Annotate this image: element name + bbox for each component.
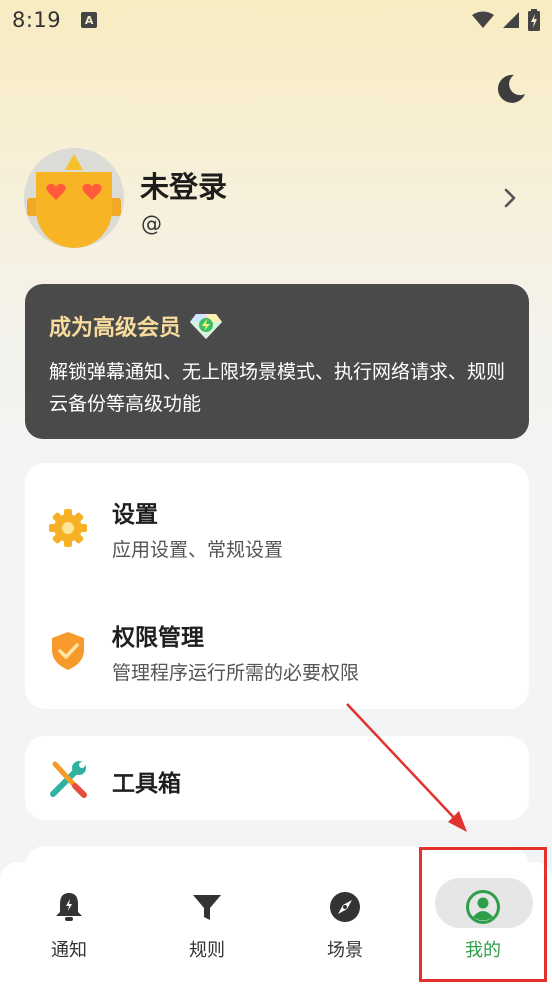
avatar [24, 148, 124, 248]
toolbox-title: 工具箱 [112, 771, 181, 797]
gear-icon [49, 509, 87, 547]
diamond-icon [190, 314, 223, 339]
settings-title: 设置 [112, 502, 158, 528]
filter-icon [193, 895, 221, 920]
header-background [0, 0, 552, 520]
nav-label-scenes: 场景 [327, 940, 363, 961]
compass-icon [330, 892, 360, 922]
nav-label-notifications: 通知 [51, 940, 87, 961]
permissions-subtitle: 管理程序运行所需的必要权限 [112, 662, 360, 684]
settings-card: 设置 应用设置、常规设置 权限管理 管理程序运行所需的必要权限 [25, 463, 529, 709]
menu-item-permissions[interactable]: 权限管理 管理程序运行所需的必要权限 [25, 596, 529, 706]
nav-tab-notifications[interactable]: 通知 [0, 862, 138, 985]
wrench-screwdriver-icon [50, 761, 87, 798]
vip-description: 解锁弹幕通知、无上限场景模式、执行网络请求、规则云备份等高级功能 [49, 361, 506, 415]
cellular-icon [503, 12, 519, 28]
wifi-icon [472, 11, 494, 28]
nav-tab-scenes[interactable]: 场景 [276, 862, 414, 985]
notification-a-icon: A [81, 12, 98, 28]
profile-name: 未登录 [140, 170, 228, 204]
profile-handle: @ [141, 212, 162, 236]
highlight-box [419, 847, 547, 982]
vip-title-row: 成为高级会员 [49, 310, 505, 342]
shield-check-icon [52, 632, 84, 670]
nav-tab-rules[interactable]: 规则 [138, 862, 276, 985]
bell-icon [56, 893, 82, 921]
settings-subtitle: 应用设置、常规设置 [112, 539, 284, 561]
nav-label-rules: 规则 [189, 940, 225, 961]
chevron-right-icon [504, 188, 516, 208]
profile-header[interactable]: 未登录 @ [24, 148, 528, 248]
vip-title: 成为高级会员 [49, 316, 182, 341]
menu-item-settings[interactable]: 设置 应用设置、常规设置 [25, 473, 529, 583]
robot-avatar-icon [24, 148, 124, 248]
moon-icon[interactable] [494, 72, 528, 106]
status-bar: 8:19 A [0, 0, 552, 40]
battery-icon [528, 9, 540, 31]
vip-upgrade-card[interactable]: 成为高级会员 解锁弹幕通知、无上限场景模式、执行网络请求、规则云备份等高级功能 [25, 284, 529, 439]
toolbox-card[interactable]: 工具箱 [25, 736, 529, 820]
status-time: 8:19 [12, 8, 62, 32]
permissions-title: 权限管理 [112, 625, 204, 651]
